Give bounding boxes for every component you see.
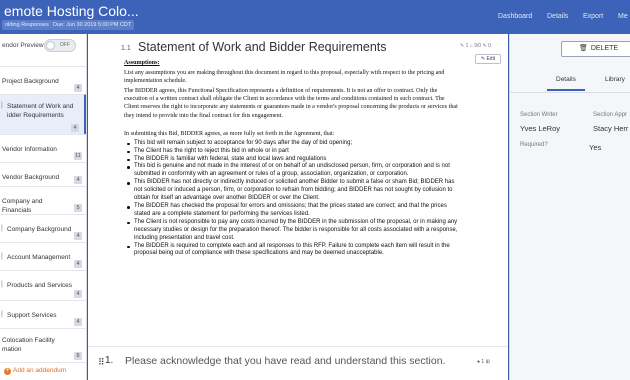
bid-term-item: The Client has the right to reject this … (127, 148, 460, 156)
sidebar-item[interactable]: Project Background 4 (0, 66, 86, 94)
question-number: 1. (105, 355, 114, 366)
sidebar-item-count: 5 (74, 204, 82, 212)
sidebar-item[interactable]: | Products and Services 4 (0, 270, 86, 300)
assumptions-heading: Assumptions: (124, 60, 160, 66)
section-sidebar: endor Preview OFF Project Background 4 | St… (0, 34, 87, 380)
sidebar-item-label: Project Background (2, 78, 59, 85)
sidebar-item[interactable]: | Statement of Work and idder Requirement… (0, 94, 86, 134)
due-date-badge: Due: Jun 30 2019 5:00 PM CDT (50, 20, 135, 30)
section-writer-label: Section Writer (520, 112, 558, 118)
sidebar-item-count: 4 (74, 260, 82, 268)
sidebar-item-count: 4 (74, 232, 82, 240)
sidebar-item-count: 4 (74, 176, 82, 184)
sidebar-item-count: 4 (74, 84, 82, 92)
required-value[interactable]: Yes (589, 143, 601, 152)
tabs-divider (510, 92, 630, 93)
vendor-preview-toggle[interactable]: OFF (44, 39, 76, 52)
sidebar-item-count: 4 (74, 290, 82, 298)
sidebar-item-marker: | (1, 253, 3, 260)
section-body: Assumptions: List any assumptions you ar… (124, 59, 460, 258)
sidebar-item-label: Company Background (7, 226, 72, 233)
sidebar-item-label: Products and Services (7, 282, 73, 289)
nav-more[interactable]: Me (618, 13, 628, 20)
sidebar-footer: + Add an addendum (0, 362, 86, 380)
nav-export[interactable]: Export (583, 13, 603, 20)
nav-dashboard[interactable]: Dashboard (498, 13, 532, 20)
delete-label: DELETE (590, 45, 619, 52)
sidebar-item-label: Company and Financials (2, 198, 43, 214)
section-approver-value[interactable]: Stacy Herr (593, 124, 628, 133)
agreement-paragraph: The BIDDER agrees, this Functional Speci… (124, 88, 458, 119)
sidebar-item-count: 4 (71, 124, 79, 132)
plus-icon: + (4, 368, 11, 375)
status-badge: olding Responses (2, 20, 52, 30)
bid-term-item: This bid is genuine and not made in the … (127, 163, 460, 179)
toggle-state-label: OFF (60, 42, 70, 48)
bid-terms-intro: In submitting this Bid, BIDDER agrees, a… (124, 130, 335, 137)
sidebar-item-marker: | (1, 102, 3, 109)
section-writer-value[interactable]: Yves LeRoy (520, 124, 560, 133)
required-label: Required? (520, 142, 548, 148)
section-meta: ✎ 1 ⌂ 9/0 ✎ 0 (460, 43, 491, 49)
add-addendum-label: Add an addendum (13, 367, 67, 374)
bid-term-item: This BIDDER has not directly or indirect… (127, 179, 460, 203)
details-panel: 🗑 DELETE Details Library Section Writer Y… (509, 34, 630, 380)
sidebar-item-count: 8 (74, 352, 82, 360)
section-title: Statement of Work and Bidder Requirement… (138, 40, 387, 54)
bid-term-item: The BIDDER is familiar with federal, sta… (127, 156, 460, 164)
toggle-knob (46, 41, 55, 50)
section-content: 1.1 Statement of Work and Bidder Require… (88, 34, 508, 380)
bid-term-item: The BIDDER has checked the proposal for … (127, 203, 460, 219)
add-addendum-link[interactable]: + Add an addendum (4, 367, 66, 375)
nav-details[interactable]: Details (547, 13, 568, 20)
trash-icon: 🗑 (578, 45, 588, 52)
drag-handle-icon[interactable]: ⠿ (98, 357, 105, 368)
section-approver-label: Section Appr (593, 112, 628, 118)
sidebar-item[interactable]: Colocation Facility mation 8 (0, 328, 86, 362)
sidebar-item-count: 11 (74, 152, 82, 160)
sidebar-item-label: Support Services (7, 312, 57, 319)
sidebar-item-marker: | (1, 225, 3, 232)
edit-button[interactable]: ✎ Edit (475, 54, 501, 64)
bid-term-item: The BIDDER is required to complete each … (127, 243, 460, 259)
question-meta: ● 1 ⊞ (477, 359, 490, 365)
assumptions-paragraph: List any assumptions you are making thro… (124, 70, 445, 85)
sidebar-item-marker: | (1, 281, 3, 288)
sidebar-item-label: Statement of Work and idder Requirements (7, 103, 74, 119)
sidebar-item[interactable]: | Company Background 4 (0, 214, 86, 242)
sidebar-item[interactable]: Vendor Background 4 (0, 162, 86, 186)
question-text: Please acknowledge that you have read an… (125, 355, 446, 367)
delete-button[interactable]: 🗑 DELETE (561, 41, 630, 57)
vendor-preview-label: endor Preview (2, 42, 44, 49)
sidebar-item[interactable]: | Support Services 4 (0, 300, 86, 328)
sidebar-item-marker: | (1, 311, 3, 318)
bid-terms-list: This bid will remain subject to acceptan… (124, 140, 460, 259)
bid-term-item: This bid will remain subject to acceptan… (127, 140, 460, 148)
sidebar-item[interactable]: Company and Financials 5 (0, 186, 86, 214)
sidebar-item[interactable]: | Account Management 4 (0, 242, 86, 270)
app-header: emote Hosting Colo... olding Responses D… (0, 0, 630, 34)
sidebar-item[interactable]: Vendor Information 11 (0, 134, 86, 162)
section-number: 1.1 (121, 45, 131, 52)
sidebar-item-label: Colocation Facility mation (2, 337, 55, 353)
bid-term-item: The Client is not responsible to pay any… (127, 219, 460, 243)
question-row[interactable]: ⠿ 1. Please acknowledge that you have re… (88, 346, 508, 380)
project-title[interactable]: emote Hosting Colo... (4, 3, 139, 19)
tab-library[interactable]: Library (605, 76, 625, 83)
sidebar-item-label: Vendor Information (2, 146, 57, 153)
sidebar-item-label: Vendor Background (2, 174, 60, 181)
sidebar-item-count: 4 (74, 318, 82, 326)
sidebar-item-label: Account Management (7, 254, 71, 261)
tab-details[interactable]: Details (547, 76, 585, 91)
